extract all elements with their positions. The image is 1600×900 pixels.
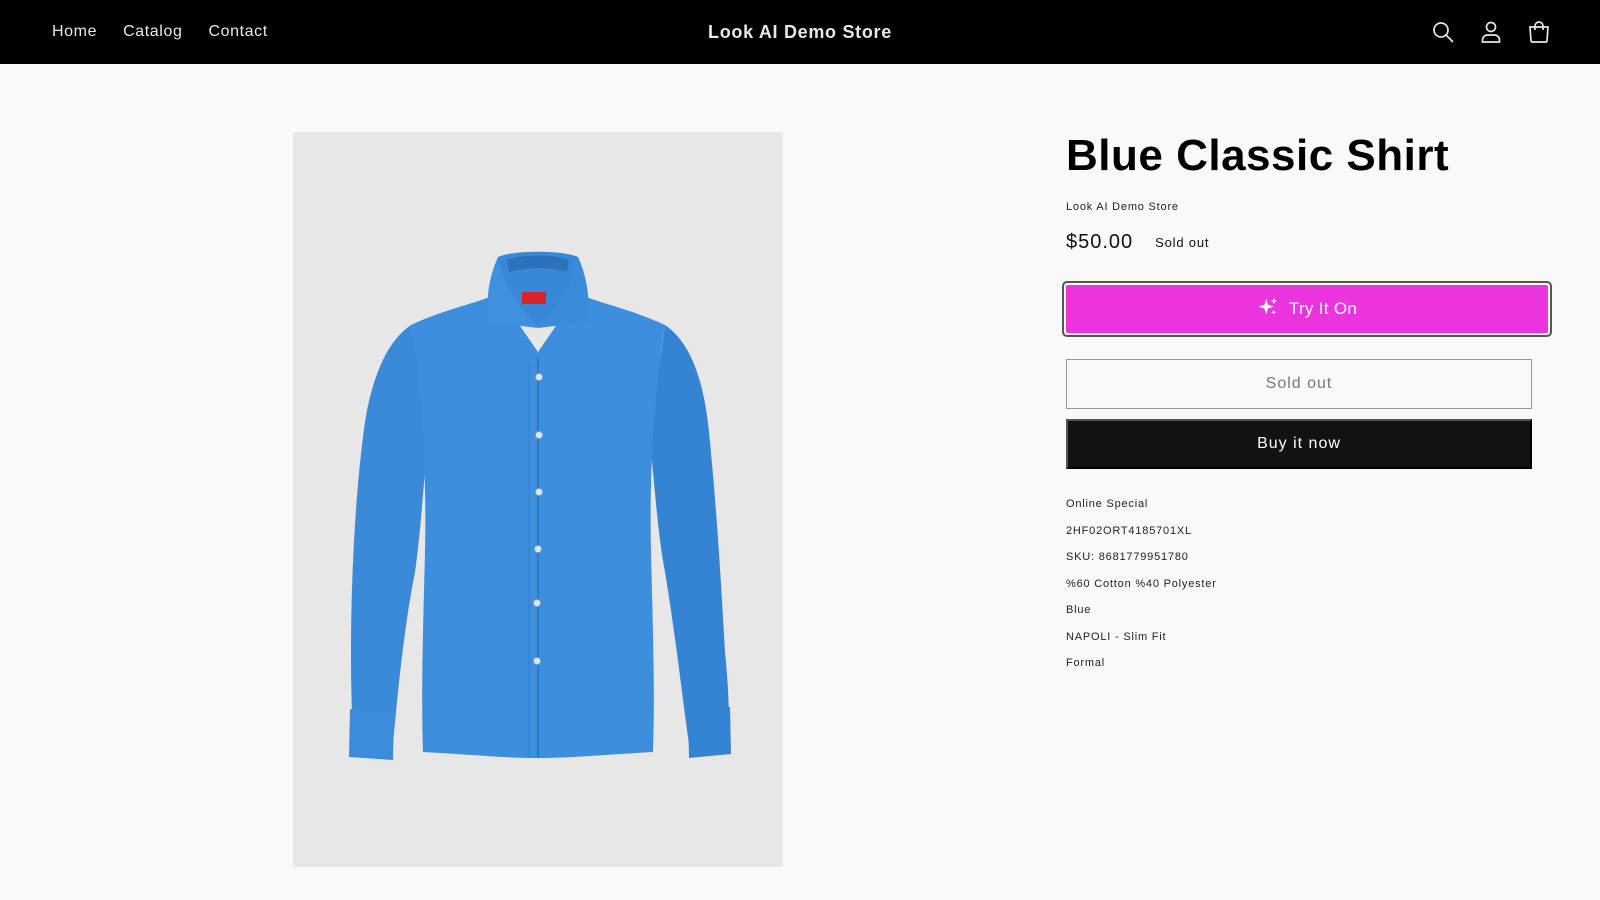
- description-line: Formal: [1066, 657, 1106, 669]
- product-price: $50.00: [1066, 230, 1134, 253]
- product-info: Blue Classic Shirt Look AI Demo Store $5…: [1062, 130, 1552, 669]
- main-nav: Home Catalog Contact: [52, 0, 268, 64]
- product-title: Blue Classic Shirt: [1066, 131, 1450, 180]
- store-name-link[interactable]: Look AI Demo Store: [708, 22, 892, 43]
- buy-now-button[interactable]: Buy it now: [1066, 419, 1532, 469]
- blue-shirt-image: [349, 251, 731, 760]
- search-icon[interactable]: [1430, 19, 1456, 45]
- sparkle-icon: [1257, 296, 1279, 323]
- try-it-on-button[interactable]: Try It On: [1062, 281, 1552, 337]
- add-to-cart-button[interactable]: Sold out: [1066, 359, 1532, 409]
- try-it-on-label: Try It On: [1288, 299, 1358, 318]
- description-line: NAPOLI - Slim Fit: [1066, 630, 1167, 643]
- description-line: SKU: 8681779951780: [1066, 551, 1189, 563]
- product-vendor: Look AI Demo Store: [1066, 200, 1179, 213]
- site-header: Home Catalog Contact Look AI Demo Store: [0, 0, 1600, 64]
- try-it-on-button-fill: Try It On: [1066, 285, 1548, 333]
- nav-contact-link[interactable]: Contact: [208, 23, 267, 41]
- description-line: %60 Cotton %40 Polyester: [1066, 577, 1217, 590]
- product-description: Online Special 2HF02ORT4185701XL SKU: 86…: [1066, 497, 1536, 683]
- nav-catalog-link[interactable]: Catalog: [123, 23, 182, 41]
- description-line: 2HF02ORT4185701XL: [1066, 524, 1192, 537]
- price-row: $50.00 Sold out: [1066, 231, 1536, 254]
- description-line: Blue: [1066, 604, 1092, 616]
- account-icon[interactable]: [1478, 19, 1504, 45]
- cart-icon[interactable]: [1526, 19, 1552, 45]
- description-line: Online Special: [1066, 498, 1149, 510]
- sold-out-badge: Sold out: [1155, 234, 1210, 250]
- header-icons: [1430, 0, 1552, 64]
- product-image[interactable]: [293, 132, 783, 867]
- nav-home-link[interactable]: Home: [52, 23, 97, 41]
